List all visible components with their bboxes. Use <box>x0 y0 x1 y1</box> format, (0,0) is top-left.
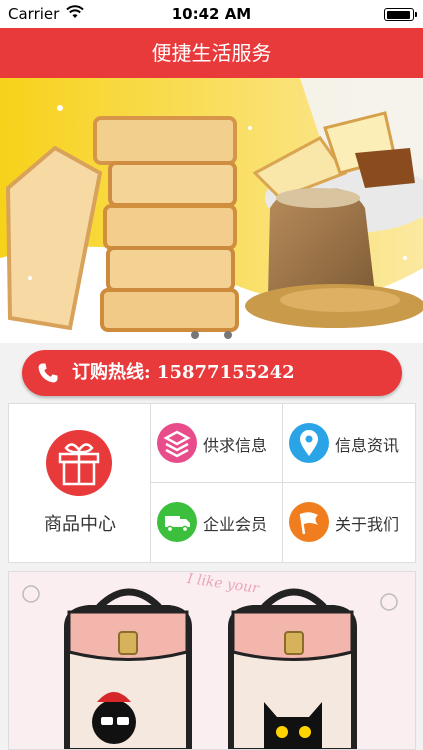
clock: 10:42 AM <box>171 5 252 23</box>
carousel-dot-1[interactable] <box>190 331 199 339</box>
member-label: 企业会员 <box>203 515 268 534</box>
product-center-tile[interactable]: 商品中心 <box>9 404 151 562</box>
product-center-label: 商品中心 <box>44 514 116 535</box>
hotline-label: 订购热线: 15877155242 <box>72 350 295 396</box>
hotline-prefix: 订购热线: <box>72 362 157 383</box>
carousel-indicator[interactable] <box>0 324 423 343</box>
about-tile[interactable]: 关于我们 <box>283 483 415 562</box>
news-label: 信息资讯 <box>335 436 400 455</box>
layers-icon <box>157 423 197 463</box>
supply-demand-label: 供求信息 <box>203 436 268 455</box>
hotline-button[interactable]: 订购热线: 15877155242 <box>22 350 402 396</box>
status-bar: Carrier 10:42 AM <box>0 0 423 28</box>
battery-icon <box>384 8 417 21</box>
truck-icon <box>157 502 197 542</box>
phone-icon <box>38 363 58 383</box>
supply-demand-tile[interactable]: 供求信息 <box>151 404 283 483</box>
page-title: 便捷生活服务 <box>151 41 272 65</box>
news-tile[interactable]: 信息资讯 <box>283 404 415 483</box>
bread-and-wheat-sack-photo <box>0 78 423 343</box>
hotline-number: 15877155242 <box>156 362 295 383</box>
product-banner[interactable]: I like your <box>8 571 416 750</box>
banner-carousel[interactable] <box>0 78 423 343</box>
location-pin-icon <box>289 423 329 463</box>
about-label: 关于我们 <box>335 515 400 534</box>
flag-icon <box>289 502 329 542</box>
nav-bar: 便捷生活服务 <box>0 28 423 78</box>
pink-cartoon-backpacks-photo: I like your <box>9 572 415 749</box>
service-grid: 商品中心 供求信息 信息资讯 企业会员 关于我们 <box>8 403 416 563</box>
carousel-dot-2[interactable] <box>224 331 233 339</box>
gift-icon <box>46 430 112 496</box>
member-tile[interactable]: 企业会员 <box>151 483 283 562</box>
